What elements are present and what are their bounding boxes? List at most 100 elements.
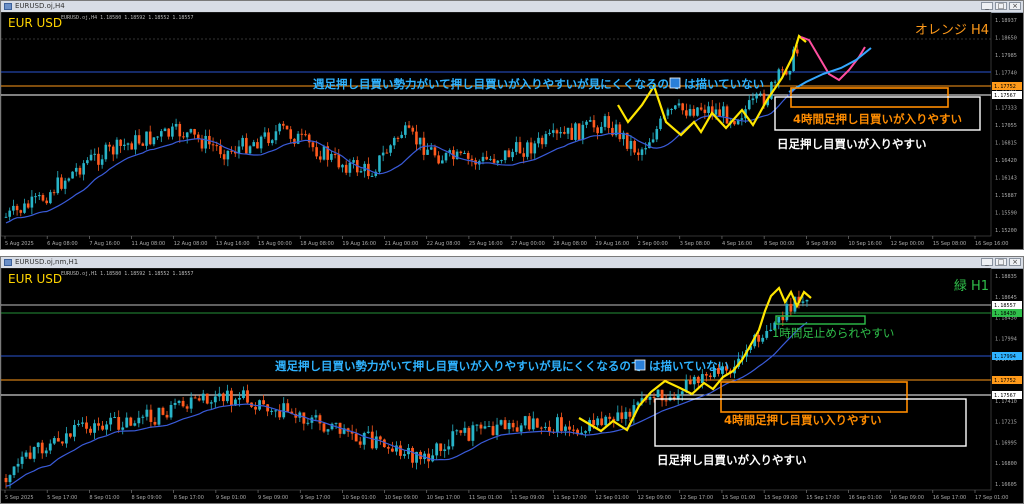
candle-body [455,430,459,432]
candle-body [389,145,392,153]
time-tick-label: 4 Sep 16:00 [722,241,752,247]
close-button[interactable]: × [1009,258,1021,266]
candle-body [404,125,407,135]
candle-body [314,415,318,418]
candle-body [119,139,122,146]
minimize-button[interactable]: _ [981,2,993,10]
candle-body [125,417,129,428]
candle-body [570,127,574,140]
weekly-note-text: 週足押し目買い勢力がいて押し目買いが入りやすいが見にくくなるので [313,77,680,91]
close-button[interactable]: × [1009,2,1021,10]
h4-zone-label: 4時間足押し目買い入りやすい [724,413,882,427]
candle-body [692,376,696,385]
candle-body [141,416,145,418]
time-tick-label: 5 Sep 17:00 [47,495,77,501]
candle-body [400,134,403,138]
weekly-note-tail: は描いていない [649,359,729,373]
candle-body [32,447,36,459]
candle-body [177,400,181,403]
candle-body [173,402,177,405]
candle-body [359,171,363,173]
candle-body [12,466,16,476]
candle-body [559,132,562,134]
time-tick-label: 10 Sep 09:00 [385,495,418,501]
candle-body [777,316,781,323]
candle-body [483,426,487,429]
h4-price-chart[interactable]: 週足押し目買い勢力がいて押し目買いが入りやすいが見にくくなるので は描いていない… [1,12,1023,249]
candle-body [403,454,406,456]
price-axis[interactable]: 1.18937 1.18650 1.17985 1.17740 1.17567 1.173… [995,18,1017,234]
candle-body [500,160,503,162]
candle-body [543,426,547,429]
minimize-button[interactable]: _ [981,258,993,266]
blue-box-icon [634,359,646,371]
time-tick-label: 8 Sep 09:00 [132,495,162,501]
time-tick-label: 8 Sep 01:00 [89,495,119,501]
candle-body [588,120,592,122]
time-tick-label: 19 Aug 16:00 [342,241,376,247]
candle-body [740,118,744,120]
time-tick-label: 16 Sep 01:00 [848,495,881,501]
candle-body [399,445,402,456]
h4-chart-window[interactable]: EURUSD.oj,H4 _ □ × 週足押し目買い勢力がいて押し目買いが入りや… [0,0,1024,250]
candle-body [385,152,389,154]
candle-body [556,417,559,432]
plot-area [1,268,992,491]
time-tick-label: 2 Sep 00:00 [638,241,668,247]
time-tick-label: 11 Sep 01:00 [469,495,502,501]
candle-body [696,376,700,383]
candle-body [278,123,281,132]
candle-body [193,397,197,399]
time-tick-label: 10 Sep 01:00 [342,495,375,501]
candle-body [515,427,519,432]
candle-body [507,150,511,158]
price-tick-label: 1.16800 [995,461,1017,467]
h4-window-title: EURUSD.oj,H4 [15,2,65,10]
candle-body [628,411,632,417]
candle-body [193,129,196,135]
daily-zone-label: 日足押し目買いが入りやすい [777,137,927,151]
candle-body [447,446,451,450]
price-tag-label: 1.18430 [994,311,1016,317]
candle-body [540,137,544,145]
timeframe-corner-label: オレンジ H4 [915,23,989,38]
candle-body [703,109,707,113]
candle-body [533,143,537,154]
candle-body [266,404,270,412]
h1-price-chart[interactable]: 週足押し目買い勢力がいて押し目買いが入りやすいが見にくくなるので は描いていない… [1,268,1023,503]
candle-body [463,152,466,154]
symbol-label: EUR USD [8,272,62,286]
candle-body [74,167,78,172]
candle-body [475,424,479,426]
candle-body [205,393,209,404]
h1-chart-window[interactable]: EURUSD.oj,nm,H1 _ □ × 週足押し目買い勢力がいて押し目買いが… [0,256,1024,504]
candle-body [12,205,15,211]
candle-body [781,316,785,321]
candle-body [487,426,491,428]
candle-body [8,475,12,483]
candle-body [699,107,703,110]
candle-body [499,420,503,425]
time-axis[interactable]: 5 Sep 2025 5 Sep 17:00 8 Sep 01:00 8 Sep 09… [4,490,1008,501]
candle-body [246,390,249,403]
price-tick-label: 1.16143 [995,176,1017,182]
price-tags: 1.18557 1.18430 1.17994 1.17752 1.17567 [992,301,1022,399]
candle-body [326,429,330,432]
candle-body [755,93,758,99]
candle-body [539,427,543,429]
candle-body [137,417,141,424]
time-tick-label: 22 Aug 08:00 [427,241,461,247]
chart-window-icon [4,3,12,10]
time-axis[interactable]: 5 Aug 2025 6 Aug 08:00 7 Aug 16:00 11 Aug 0… [4,236,1008,247]
candle-body [252,142,256,147]
candle-body [655,129,659,140]
maximize-button[interactable]: □ [995,258,1007,266]
candle-body [344,164,348,173]
candle-body [566,127,570,134]
candle-body [781,69,784,71]
maximize-button[interactable]: □ [995,2,1007,10]
candle-body [123,144,126,146]
time-tick-label: 9 Sep 01:00 [216,495,246,501]
candle-body [63,180,67,189]
candle-body [8,210,11,217]
